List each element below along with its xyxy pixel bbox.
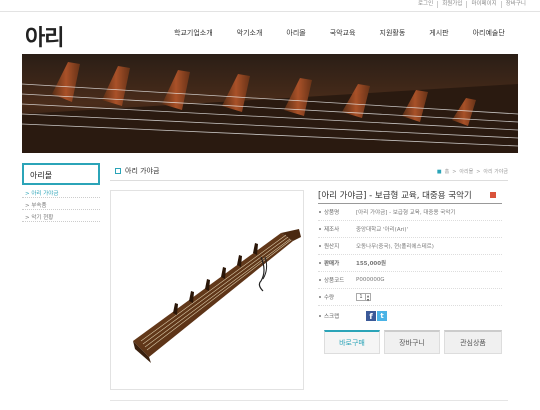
sidebar-list: > 아리 가야금 > 부속품 > 악기 현황: [22, 186, 100, 222]
nav-item-troupe[interactable]: 아리예술단: [473, 28, 505, 38]
sidebar-item-label: 아리 가야금: [31, 191, 59, 197]
facebook-icon[interactable]: f: [366, 311, 376, 321]
price-value: 155,000원: [356, 261, 387, 267]
divider: [110, 180, 508, 181]
nav-item-instruments[interactable]: 악기소개: [237, 28, 263, 38]
quantity-stepper[interactable]: 1 ▲ ▼: [356, 293, 371, 302]
quantity-arrows[interactable]: ▲ ▼: [366, 293, 371, 302]
page-title-text: 아리 가야금: [125, 167, 160, 175]
quantity-input[interactable]: 1: [356, 293, 366, 301]
info-row-maker: 제조사 중앙대학교 '아리(Ari)': [318, 221, 502, 238]
info-label: 상품명: [318, 208, 356, 216]
breadcrumb-current: 아리 가야금: [483, 169, 508, 175]
product-title: [아리 가야금] - 보급형 교육, 대중용 국악기: [318, 191, 472, 201]
info-label: 수량: [318, 293, 356, 301]
title-square-icon: [115, 168, 121, 174]
cart-link[interactable]: 장바구니: [500, 1, 530, 8]
info-row-name: 상품명 [아리 가야금] - 보급형 교육, 대중용 국악기: [318, 204, 502, 221]
signup-link[interactable]: 회원가입: [437, 1, 466, 8]
nav-item-board[interactable]: 게시판: [429, 28, 448, 38]
info-value: P000000G: [356, 277, 385, 283]
info-row-origin: 원산지 오동나무(중국), 현(폴리에스테르): [318, 238, 502, 255]
sidebar-item-label: 부속품: [31, 203, 47, 209]
info-label: 제조사: [318, 225, 356, 233]
utility-links: 로그인 회원가입 마이페이지 장바구니: [414, 1, 530, 8]
info-label: 스크랩: [318, 312, 356, 320]
banner-image: [22, 54, 518, 153]
breadcrumb-arimall[interactable]: 아리몰: [459, 168, 473, 175]
save-icon[interactable]: [490, 192, 496, 198]
info-row-scrap: 스크랩 f t: [318, 306, 502, 326]
main-nav: 학교기업소개 악기소개 아리몰 국악교육 지원활동 게시판 아리예술단: [160, 28, 505, 38]
logo[interactable]: 아리: [25, 20, 64, 52]
mypage-link[interactable]: 마이페이지: [466, 1, 500, 8]
nav-item-support[interactable]: 지원활동: [380, 28, 406, 38]
nav-item-education[interactable]: 국악교육: [330, 28, 356, 38]
sidebar-title: 아리몰: [22, 163, 100, 185]
info-label: 판매가: [318, 259, 356, 267]
buy-now-button[interactable]: 바로구매: [324, 330, 380, 354]
twitter-icon[interactable]: t: [377, 311, 387, 321]
login-link[interactable]: 로그인: [414, 1, 437, 8]
product-image: [133, 229, 301, 363]
info-row-quantity: 수량 1 ▲ ▼: [318, 289, 502, 306]
info-row-price: 판매가 155,000원: [318, 255, 502, 272]
info-value: 중앙대학교 '아리(Ari)': [356, 227, 409, 233]
info-value: 오동나무(중국), 현(폴리에스테르): [356, 244, 434, 250]
divider: [0, 11, 540, 12]
wishlist-button[interactable]: 관심상품: [444, 330, 502, 354]
sidebar-item-label: 악기 현황: [31, 215, 54, 221]
sidebar-item-ari-gayageum[interactable]: > 아리 가야금: [22, 186, 100, 198]
page-title: 아리 가야금: [115, 166, 159, 176]
sidebar-item-accessories[interactable]: > 부속품: [22, 198, 100, 210]
breadcrumb: ■ 홈 > 아리몰 > 아리 가야금: [436, 168, 508, 176]
divider: [110, 400, 508, 401]
breadcrumb-home[interactable]: 홈: [445, 168, 450, 175]
info-row-code: 상품코드 P000000G: [318, 272, 502, 289]
breadcrumb-sep: >: [452, 168, 457, 175]
add-to-cart-button[interactable]: 장바구니: [384, 330, 440, 354]
product-image-box: [110, 190, 304, 390]
nav-item-arimall[interactable]: 아리몰: [286, 28, 305, 38]
breadcrumb-sep: >: [476, 168, 481, 175]
info-label: 상품코드: [318, 276, 356, 284]
info-value: [아리 가야금] - 보급형 교육, 대중용 국악기: [356, 210, 456, 216]
sidebar-item-instrument-status[interactable]: > 악기 현황: [22, 210, 100, 222]
home-icon: ■: [436, 168, 442, 175]
info-label: 원산지: [318, 242, 356, 250]
nav-item-about[interactable]: 학교기업소개: [174, 28, 213, 38]
